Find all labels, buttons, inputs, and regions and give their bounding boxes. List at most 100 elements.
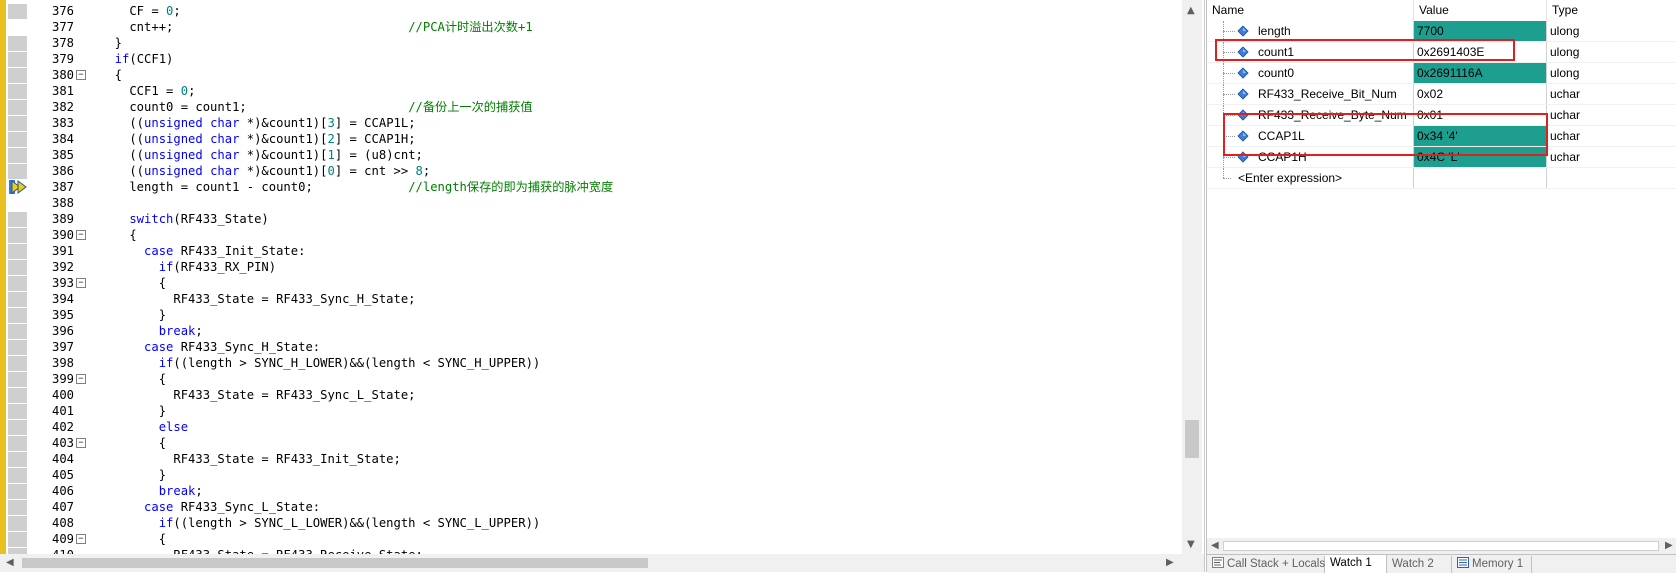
watch-row-ccap1h[interactable]: CCAP1H 0x4C 'L' uchar	[1207, 147, 1676, 168]
watch-name[interactable]: CCAP1L	[1255, 126, 1415, 146]
code-text[interactable]: if(CCF1)	[100, 51, 174, 67]
code-text[interactable]: CF = 0;	[100, 3, 180, 19]
fold-collapse-icon[interactable]: −	[76, 438, 86, 448]
code-text[interactable]: }	[100, 35, 122, 51]
breakpoint-gutter-marker[interactable]	[8, 244, 27, 259]
code-line[interactable]: 382 count0 = count1; //备份上一次的捕获值	[6, 99, 1182, 115]
code-line[interactable]: 407 case RF433_Sync_L_State:	[6, 499, 1182, 515]
breakpoint-gutter-marker[interactable]	[8, 500, 27, 515]
code-text[interactable]: {	[100, 275, 166, 291]
watch-value[interactable]: 0x2691116A	[1413, 63, 1546, 83]
breakpoint-gutter-marker[interactable]	[8, 276, 27, 291]
code-line[interactable]: 397 case RF433_Sync_H_State:	[6, 339, 1182, 355]
code-text[interactable]: CCF1 = 0;	[100, 83, 195, 99]
code-line[interactable]: 379 if(CCF1)	[6, 51, 1182, 67]
code-line[interactable]: 409− {	[6, 531, 1182, 547]
editor-horizontal-scroll-thumb[interactable]	[22, 558, 648, 568]
watch-name[interactable]: count0	[1255, 63, 1415, 83]
watch-name[interactable]: RF433_Receive_Byte_Num	[1255, 105, 1415, 125]
watch-value[interactable]: 0x01	[1413, 105, 1546, 125]
breakpoint-gutter-marker[interactable]	[8, 36, 27, 51]
code-line[interactable]: 392 if(RF433_RX_PIN)	[6, 259, 1182, 275]
code-line[interactable]: 378 }	[6, 35, 1182, 51]
watch-row-rf433_receive_bit_num[interactable]: RF433_Receive_Bit_Num 0x02 uchar	[1207, 84, 1676, 105]
code-text[interactable]: else	[100, 419, 188, 435]
watch-horizontal-scroll-thumb[interactable]	[1223, 541, 1659, 551]
breakpoint-gutter-marker[interactable]	[8, 420, 27, 435]
code-editor[interactable]: 376 CF = 0; 377 cnt++; //PCA计时溢出次数+1 378 }…	[0, 0, 1205, 572]
code-text[interactable]: RF433_State = RF433_Sync_L_State;	[100, 387, 415, 403]
code-line[interactable]: 389 switch(RF433_State)	[6, 211, 1182, 227]
breakpoint-gutter-marker[interactable]	[8, 388, 27, 403]
breakpoint-gutter-marker[interactable]	[8, 116, 27, 131]
breakpoint-gutter-marker[interactable]	[8, 292, 27, 307]
fold-collapse-icon[interactable]: −	[76, 534, 86, 544]
breakpoint-gutter-marker[interactable]	[8, 228, 27, 243]
code-line[interactable]: 388	[6, 195, 1182, 211]
breakpoint-gutter-marker[interactable]	[8, 132, 27, 147]
scroll-right-arrow-icon[interactable]: ▶	[1665, 541, 1673, 551]
tab-watch-1[interactable]: Watch 1	[1325, 555, 1387, 573]
breakpoint-gutter-marker[interactable]	[8, 4, 27, 19]
breakpoint-gutter-marker[interactable]	[8, 308, 27, 323]
code-line[interactable]: 403− {	[6, 435, 1182, 451]
fold-collapse-icon[interactable]: −	[76, 70, 86, 80]
code-text[interactable]: {	[100, 67, 122, 83]
code-text[interactable]: {	[100, 371, 166, 387]
code-text[interactable]: RF433_State = RF433_Sync_H_State;	[100, 291, 415, 307]
breakpoint-gutter-marker[interactable]	[8, 436, 27, 451]
code-line[interactable]: 396 break;	[6, 323, 1182, 339]
breakpoint-gutter-marker[interactable]	[8, 260, 27, 275]
breakpoint-gutter-marker[interactable]	[8, 164, 27, 179]
breakpoint-gutter-marker[interactable]	[8, 84, 27, 99]
code-text[interactable]: length = count1 - count0; //length保存的即为捕…	[100, 179, 613, 195]
scroll-up-arrow-icon[interactable]: ▲	[1187, 6, 1195, 16]
code-line[interactable]: 398 if((length > SYNC_H_LOWER)&&(length …	[6, 355, 1182, 371]
breakpoint-gutter-marker[interactable]	[8, 52, 27, 67]
enter-expression-row[interactable]: <Enter expression>	[1207, 168, 1676, 189]
fold-collapse-icon[interactable]: −	[76, 374, 86, 384]
code-line[interactable]: 383 ((unsigned char *)&count1)[3] = CCAP…	[6, 115, 1182, 131]
code-text[interactable]: if((length > SYNC_H_LOWER)&&(length < SY…	[100, 355, 541, 371]
code-line[interactable]: 395 }	[6, 307, 1182, 323]
watch-rows[interactable]: length 7700 ulong count1 0x2691403E ulong coun…	[1207, 21, 1676, 189]
watch-row-count1[interactable]: count1 0x2691403E ulong	[1207, 42, 1676, 63]
code-text[interactable]: RF433_State = RF433_Init_State;	[100, 451, 400, 467]
code-text[interactable]: cnt++; //PCA计时溢出次数+1	[100, 19, 532, 35]
code-text[interactable]: switch(RF433_State)	[100, 211, 268, 227]
column-header-type[interactable]: Type	[1547, 0, 1676, 20]
breakpoint-gutter-marker[interactable]	[8, 100, 27, 115]
scroll-left-arrow-icon[interactable]: ◀	[1211, 541, 1219, 551]
breakpoint-gutter-marker[interactable]	[8, 356, 27, 371]
code-text[interactable]: ((unsigned char *)&count1)[2] = CCAP1H;	[100, 131, 415, 147]
code-text[interactable]: count0 = count1; //备份上一次的捕获值	[100, 99, 532, 115]
breakpoint-gutter-marker[interactable]	[8, 516, 27, 531]
code-line[interactable]: 406 break;	[6, 483, 1182, 499]
code-line[interactable]: 404 RF433_State = RF433_Init_State;	[6, 451, 1182, 467]
code-line[interactable]: 377 cnt++; //PCA计时溢出次数+1	[6, 19, 1182, 35]
watch-value[interactable]: 7700	[1413, 21, 1546, 41]
enter-expression-field[interactable]: <Enter expression>	[1235, 168, 1413, 188]
watch-value[interactable]: 0x34 '4'	[1413, 126, 1546, 146]
code-line[interactable]: 408 if((length > SYNC_L_LOWER)&&(length …	[6, 515, 1182, 531]
code-text[interactable]: {	[100, 531, 166, 547]
watch-row-length[interactable]: length 7700 ulong	[1207, 21, 1676, 42]
watch-row-rf433_receive_byte_num[interactable]: RF433_Receive_Byte_Num 0x01 uchar	[1207, 105, 1676, 126]
breakpoint-gutter-marker[interactable]	[8, 404, 27, 419]
column-header-name[interactable]: Name	[1207, 0, 1413, 20]
code-text[interactable]: {	[100, 227, 136, 243]
scroll-down-arrow-icon[interactable]: ▼	[1187, 540, 1195, 550]
watch-name[interactable]: length	[1255, 21, 1415, 41]
code-text[interactable]: }	[100, 403, 166, 419]
code-text[interactable]: if(RF433_RX_PIN)	[100, 259, 276, 275]
code-lines[interactable]: 376 CF = 0; 377 cnt++; //PCA计时溢出次数+1 378 }…	[6, 3, 1182, 563]
code-line[interactable]: 376 CF = 0;	[6, 3, 1182, 19]
breakpoint-gutter-marker[interactable]	[8, 148, 27, 163]
breakpoint-gutter-marker[interactable]	[8, 212, 27, 227]
code-line[interactable]: 380− {	[6, 67, 1182, 83]
code-text[interactable]: ((unsigned char *)&count1)[0] = cnt >> 8…	[100, 163, 430, 179]
code-text[interactable]: }	[100, 467, 166, 483]
column-header-value[interactable]: Value	[1414, 0, 1546, 20]
tab-watch-2[interactable]: Watch 2	[1387, 556, 1452, 573]
code-text[interactable]: {	[100, 435, 166, 451]
